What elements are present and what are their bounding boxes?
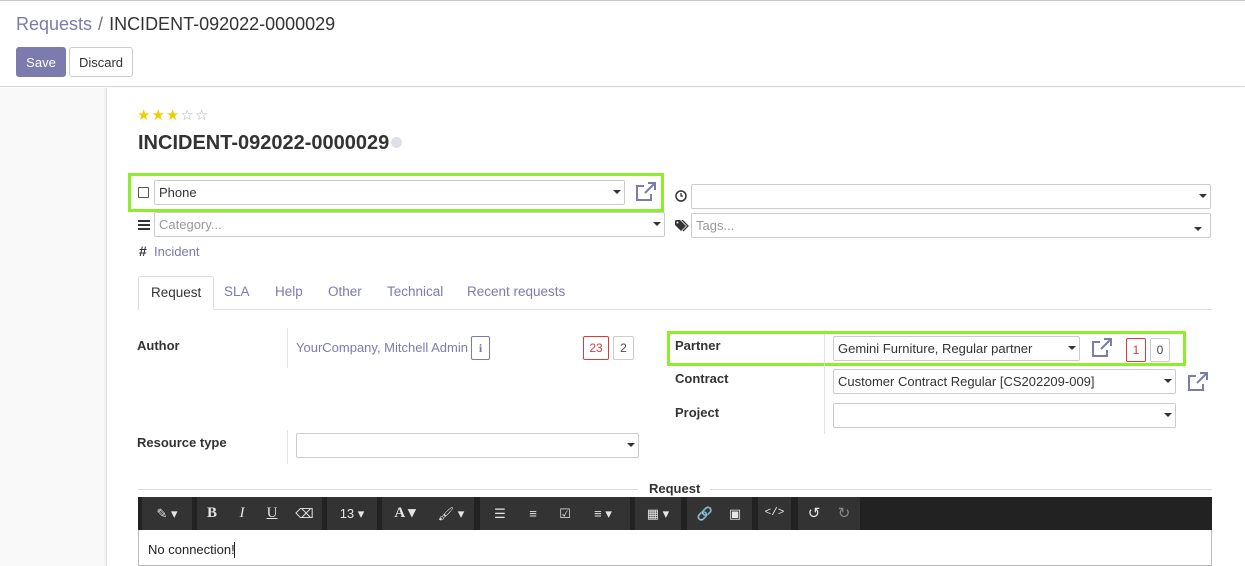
project-select[interactable] bbox=[833, 403, 1176, 428]
resource-type-select[interactable] bbox=[296, 433, 639, 458]
tab-request[interactable]: Request bbox=[138, 276, 215, 310]
paint-brush-icon[interactable]: 🖌 ▾ bbox=[428, 497, 474, 530]
external-link-icon[interactable] bbox=[1091, 338, 1113, 358]
deadline-select[interactable] bbox=[691, 184, 1211, 209]
partner-closed-requests-badge[interactable]: 0 bbox=[1150, 338, 1170, 362]
request-editor[interactable] bbox=[138, 530, 1212, 566]
font-color-icon[interactable]: A ▾ bbox=[382, 497, 428, 530]
editor-content: No connection! bbox=[148, 542, 235, 557]
divider bbox=[287, 328, 288, 368]
link-icon[interactable]: 🔗 bbox=[691, 497, 719, 530]
redo-icon[interactable]: ↻ bbox=[830, 497, 858, 530]
partner-label: Partner bbox=[675, 338, 721, 353]
clock-icon bbox=[675, 190, 687, 202]
star-outline-icon[interactable]: ☆ bbox=[195, 107, 209, 124]
external-link-icon[interactable] bbox=[1187, 372, 1209, 392]
font-size-value: 13 bbox=[339, 506, 355, 521]
author-closed-requests-badge[interactable]: 2 bbox=[613, 336, 634, 360]
request-section-title: Request bbox=[649, 481, 701, 496]
italic-icon[interactable]: I bbox=[227, 497, 257, 530]
external-link-icon[interactable] bbox=[635, 182, 657, 202]
partner-open-requests-badge[interactable]: 1 bbox=[1126, 338, 1146, 362]
contract-select[interactable]: Customer Contract Regular [CS202209-009] bbox=[833, 369, 1176, 394]
resource-type-label: Resource type bbox=[137, 435, 227, 450]
font-size-dropdown[interactable]: 13 ▾ bbox=[327, 497, 377, 530]
star-outline-icon[interactable]: ☆ bbox=[180, 107, 194, 124]
project-label: Project bbox=[675, 405, 720, 420]
category-select[interactable]: Category... bbox=[154, 212, 665, 237]
tags-icon bbox=[675, 220, 689, 232]
editor-toolbar: ✎ ▾ B I U ⌫ 13 ▾ A ▾ 🖌 ▾ ☰ ≡ ☑ ≡ ▾ ▦ ▾ 🔗… bbox=[138, 497, 1212, 530]
breadcrumb: Requests / INCIDENT-092022-0000029 bbox=[16, 14, 335, 35]
type-link[interactable]: Incident bbox=[154, 244, 200, 259]
chevron-down-icon bbox=[1164, 379, 1172, 383]
hash-icon: # bbox=[139, 243, 147, 259]
author-label: Author bbox=[137, 338, 180, 353]
star-icon[interactable]: ★ bbox=[166, 107, 180, 124]
numbered-list-icon[interactable]: ≡ bbox=[518, 497, 548, 530]
star-icon[interactable]: ★ bbox=[151, 107, 165, 124]
save-button[interactable]: Save bbox=[16, 47, 66, 77]
tags-select[interactable]: Tags... bbox=[691, 213, 1211, 238]
author-open-requests-badge[interactable]: 23 bbox=[583, 336, 609, 360]
underline-icon[interactable]: U bbox=[257, 497, 287, 530]
eraser-icon[interactable]: ⌫ bbox=[287, 497, 322, 530]
undo-icon[interactable]: ↺ bbox=[800, 497, 828, 530]
bullet-list-icon[interactable]: ☰ bbox=[485, 497, 515, 530]
control-panel: Requests / INCIDENT-092022-0000029 Save Di… bbox=[0, 1, 1245, 87]
code-view-icon[interactable]: </> bbox=[758, 497, 791, 530]
star-icon[interactable]: ★ bbox=[137, 107, 151, 124]
tab-recent-requests[interactable]: Recent requests bbox=[455, 276, 577, 310]
author-link[interactable]: YourCompany, Mitchell Admin bbox=[296, 340, 468, 355]
priority-stars: ★★★☆☆ bbox=[137, 106, 209, 124]
tab-sla[interactable]: SLA bbox=[212, 276, 262, 310]
divider bbox=[824, 334, 825, 434]
chevron-down-icon bbox=[627, 443, 635, 447]
checklist-icon[interactable]: ☑ bbox=[550, 497, 580, 530]
kanban-state-dot[interactable] bbox=[391, 137, 402, 148]
chevron-down-icon bbox=[1164, 413, 1172, 417]
image-icon[interactable]: ▣ bbox=[721, 497, 749, 530]
channel-checkbox-icon bbox=[138, 187, 149, 198]
channel-select[interactable]: Phone bbox=[154, 180, 625, 205]
info-icon[interactable]: i bbox=[471, 336, 490, 360]
chevron-down-icon bbox=[1194, 227, 1202, 231]
list-icon bbox=[138, 220, 150, 230]
separator-line bbox=[138, 489, 638, 490]
record-title: INCIDENT-092022-0000029 bbox=[138, 132, 390, 154]
breadcrumb-separator: / bbox=[98, 14, 104, 34]
tab-technical[interactable]: Technical bbox=[375, 276, 455, 310]
tab-other[interactable]: Other bbox=[316, 276, 374, 310]
breadcrumb-parent-link[interactable]: Requests bbox=[16, 14, 92, 34]
contract-label: Contract bbox=[675, 371, 729, 386]
align-dropdown-icon[interactable]: ≡ ▾ bbox=[580, 497, 626, 530]
chevron-down-icon bbox=[613, 190, 621, 194]
breadcrumb-current: INCIDENT-092022-0000029 bbox=[109, 14, 336, 34]
text-cursor bbox=[234, 542, 235, 558]
divider bbox=[287, 430, 288, 464]
chevron-down-icon bbox=[653, 222, 661, 226]
chevron-down-icon bbox=[1068, 346, 1076, 350]
bold-icon[interactable]: B bbox=[197, 497, 227, 530]
tab-help[interactable]: Help bbox=[263, 276, 315, 310]
magic-wand-icon[interactable]: ✎ ▾ bbox=[142, 497, 192, 530]
partner-select[interactable]: Gemini Furniture, Regular partner bbox=[833, 336, 1080, 361]
table-icon[interactable]: ▦ ▾ bbox=[635, 497, 681, 530]
separator-line bbox=[710, 489, 1212, 490]
discard-button[interactable]: Discard bbox=[69, 47, 133, 77]
chevron-down-icon bbox=[1199, 194, 1207, 198]
